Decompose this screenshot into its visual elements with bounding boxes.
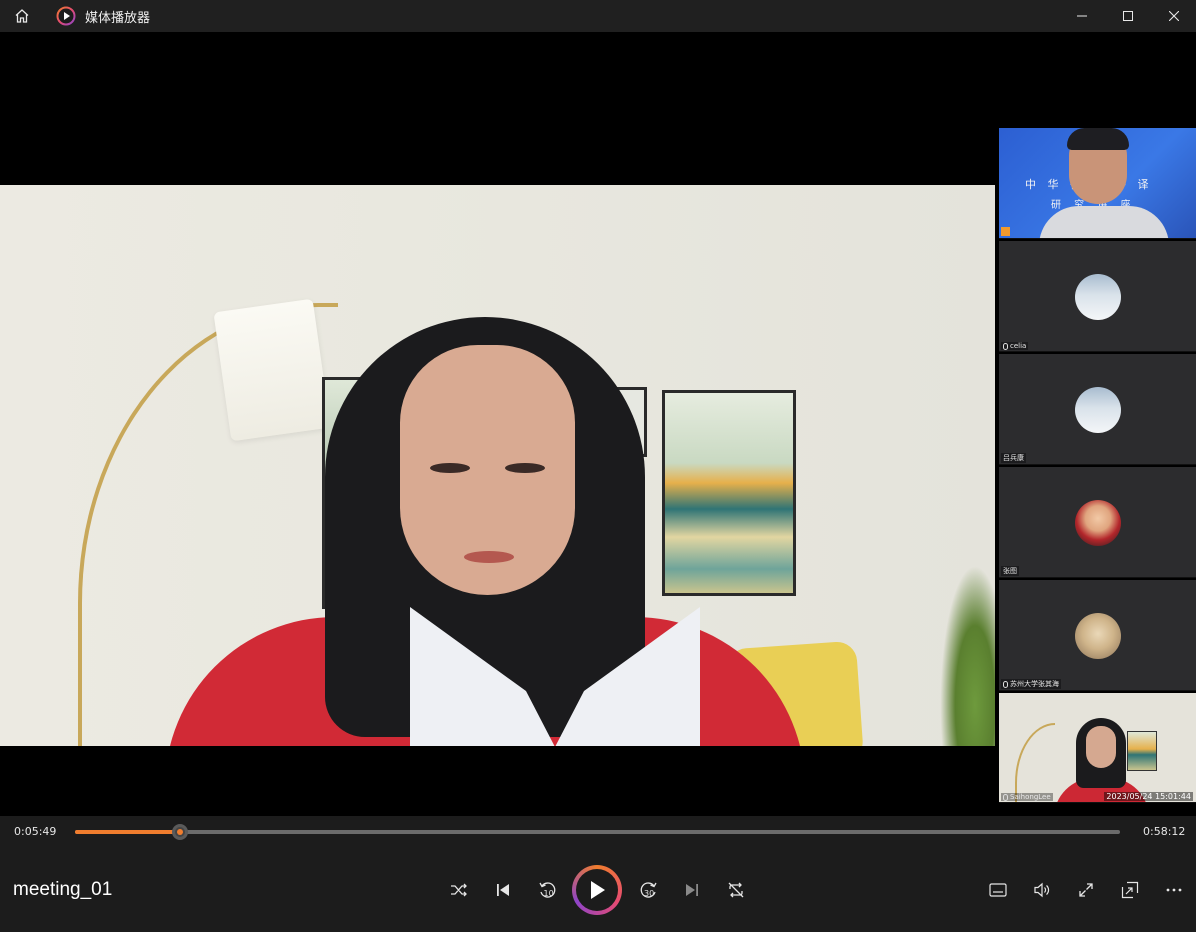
host-person [1039, 128, 1169, 238]
skip-back-button[interactable]: 10 [531, 876, 563, 904]
seek-bar-fill [75, 830, 180, 834]
host-hair [1067, 128, 1129, 150]
repeat-button[interactable] [720, 876, 752, 904]
participant-avatar [1075, 613, 1121, 659]
next-button[interactable] [676, 876, 708, 904]
host-badge-icon [1001, 227, 1010, 236]
participant-name: SaihongLee [1010, 793, 1051, 801]
more-button[interactable] [1158, 876, 1190, 904]
home-icon [15, 9, 29, 23]
repeat-off-icon [728, 882, 744, 898]
participant-tile-host: 中 华 徒 化 外 译 研 究 讲 座 [999, 128, 1196, 239]
skip-forward-label: 30 [644, 889, 654, 898]
participant-avatar [1075, 387, 1121, 433]
participant-tile: 苏州大学张其海 [999, 580, 1196, 691]
media-player-icon [56, 6, 76, 26]
recording-timestamp: 2023/05/24 15:01:44 [1104, 792, 1193, 801]
participant-label: 吕兵康 [1001, 453, 1026, 463]
minimize-button[interactable] [1059, 0, 1105, 32]
skip-forward-button[interactable]: 30 [633, 876, 665, 904]
microphone-icon [1003, 680, 1008, 688]
video-surface[interactable]: 中 华 徒 化 外 译 研 究 讲 座 celia 吕兵康 [0, 32, 1196, 816]
subtitles-icon [989, 883, 1007, 897]
seek-bar[interactable] [75, 824, 1120, 840]
participant-name: 吕兵康 [1003, 454, 1024, 462]
participant-name: celia [1010, 342, 1027, 350]
participant-name: 苏州大学张其海 [1010, 680, 1059, 688]
participant-tile-self: SaihongLee 2023/05/24 15:01:44 [999, 693, 1196, 803]
mini-player-button[interactable] [1114, 876, 1146, 904]
skip-back-10-icon: 10 [539, 882, 556, 898]
participant-label: 张图 [1001, 566, 1019, 576]
playback-controls: 0:05:49 0:58:12 meeting_01 10 30 [0, 816, 1196, 932]
more-icon [1166, 888, 1182, 892]
previous-icon [497, 884, 509, 896]
window-title: 媒体播放器 [85, 11, 151, 26]
close-button[interactable] [1151, 0, 1196, 32]
mini-player-icon [1121, 881, 1139, 899]
shuffle-icon [451, 883, 467, 897]
volume-button[interactable] [1026, 876, 1058, 904]
host-suit [1039, 206, 1169, 238]
active-speaker-video [0, 185, 995, 746]
shuffle-button[interactable] [443, 876, 475, 904]
play-button-inner [576, 869, 618, 911]
eye [505, 463, 545, 473]
eye [430, 463, 470, 473]
self-person [1054, 718, 1149, 802]
previous-button[interactable] [487, 876, 519, 904]
participant-tile: celia [999, 241, 1196, 352]
maximize-icon [1123, 11, 1133, 21]
total-time: 0:58:12 [1143, 825, 1186, 838]
speaker-person [165, 317, 805, 746]
media-title: meeting_01 [13, 879, 113, 900]
title-bar: 媒体播放器 [0, 0, 1196, 32]
play-button[interactable] [572, 865, 622, 915]
maximize-button[interactable] [1105, 0, 1151, 32]
skip-forward-30-icon: 30 [640, 882, 657, 898]
participant-avatar [1075, 500, 1121, 546]
volume-icon [1034, 882, 1050, 898]
floor-lamp [1015, 723, 1055, 802]
speaker-face [400, 345, 575, 595]
fullscreen-button[interactable] [1070, 876, 1102, 904]
home-button[interactable] [8, 4, 36, 28]
participant-tile: 吕兵康 [999, 354, 1196, 465]
participant-label: 苏州大学张其海 [1001, 679, 1061, 689]
microphone-icon [1003, 793, 1008, 801]
fullscreen-icon [1079, 883, 1093, 897]
minimize-icon [1077, 15, 1087, 17]
seek-thumb[interactable] [171, 824, 188, 840]
house-plant [940, 565, 995, 746]
close-icon [1169, 11, 1179, 21]
participant-name: 张图 [1003, 567, 1017, 575]
participant-label: SaihongLee [1001, 793, 1053, 801]
mouth [464, 551, 514, 563]
subtitles-button[interactable] [982, 876, 1014, 904]
skip-back-label: 10 [544, 889, 554, 898]
current-time: 0:05:49 [14, 825, 57, 838]
participant-tile: 张图 [999, 467, 1196, 578]
participant-label: celia [1001, 342, 1029, 350]
next-icon [686, 884, 698, 896]
microphone-icon [1003, 342, 1008, 350]
play-icon [591, 881, 605, 899]
participant-avatar [1075, 274, 1121, 320]
self-face [1086, 726, 1116, 768]
